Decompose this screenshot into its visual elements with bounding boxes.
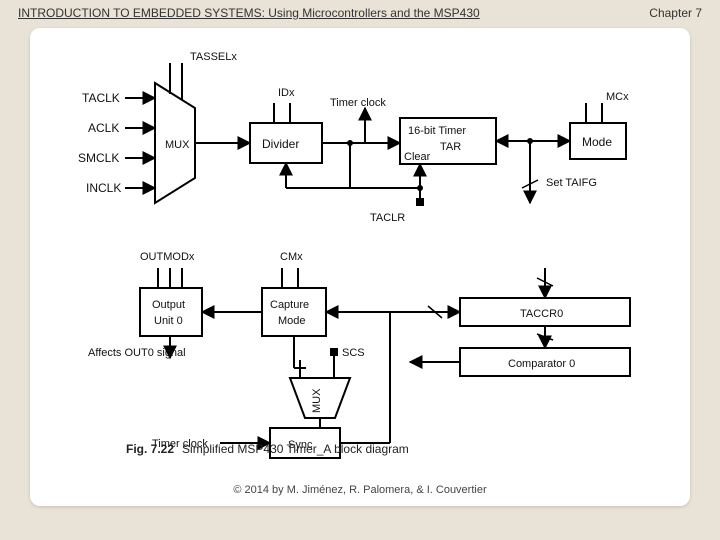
- slide: INTRODUCTION TO EMBEDDED SYSTEMS: Using …: [0, 0, 720, 540]
- capture-l1: Capture: [270, 299, 309, 311]
- mux1-in3: INCLK: [86, 181, 121, 195]
- mux1-in2: SMCLK: [78, 151, 119, 165]
- chapter-label: Chapter 7: [649, 6, 702, 20]
- mode-sel: MCx: [606, 91, 629, 103]
- divider-label: Divider: [262, 137, 299, 151]
- mux1-in1: ACLK: [88, 121, 119, 135]
- mode-label: Mode: [582, 135, 612, 149]
- divider-sel: IDx: [278, 87, 295, 99]
- comparator0-label: Comparator 0: [508, 358, 575, 370]
- mux1-in0: TACLK: [82, 91, 120, 105]
- figure-caption: Fig. 7.22 Simplified MSP430 Timer_A block…: [126, 442, 409, 456]
- taifg-label: Set TAIFG: [546, 177, 597, 189]
- tar-clear: Clear: [404, 151, 431, 163]
- output-unit-l1: Output: [152, 299, 185, 311]
- block-diagram: MUX TASSELx TACLK ACLK SMCLK INCLK Divid…: [30, 28, 690, 506]
- timer-clock-label: Timer clock: [330, 97, 386, 109]
- mux2-label: MUX: [311, 388, 323, 413]
- cmx-label: CMx: [280, 251, 303, 263]
- tar-line1: 16-bit Timer: [408, 125, 466, 137]
- slide-title: INTRODUCTION TO EMBEDDED SYSTEMS: Using …: [18, 6, 702, 20]
- mux1-sel: TASSELx: [190, 51, 237, 63]
- diagram-canvas: MUX TASSELx TACLK ACLK SMCLK INCLK Divid…: [30, 28, 690, 506]
- mux1-label: MUX: [165, 139, 190, 151]
- affects-label: Affects OUT0 signal: [88, 347, 186, 359]
- outmod-label: OUTMODx: [140, 251, 195, 263]
- output-unit-l2: Unit 0: [154, 315, 183, 327]
- caption-text: Simplified MSP430 Timer_A block diagram: [182, 442, 409, 456]
- tar-line2: TAR: [440, 141, 461, 153]
- capture-l2: Mode: [278, 315, 306, 327]
- taccr0-label: TACCR0: [520, 308, 563, 320]
- caption-label: Fig. 7.22: [126, 442, 174, 456]
- scs-label: SCS: [342, 347, 365, 359]
- taclr-label: TACLR: [370, 212, 405, 224]
- slide-footer: © 2014 by M. Jiménez, R. Palomera, & I. …: [30, 484, 690, 496]
